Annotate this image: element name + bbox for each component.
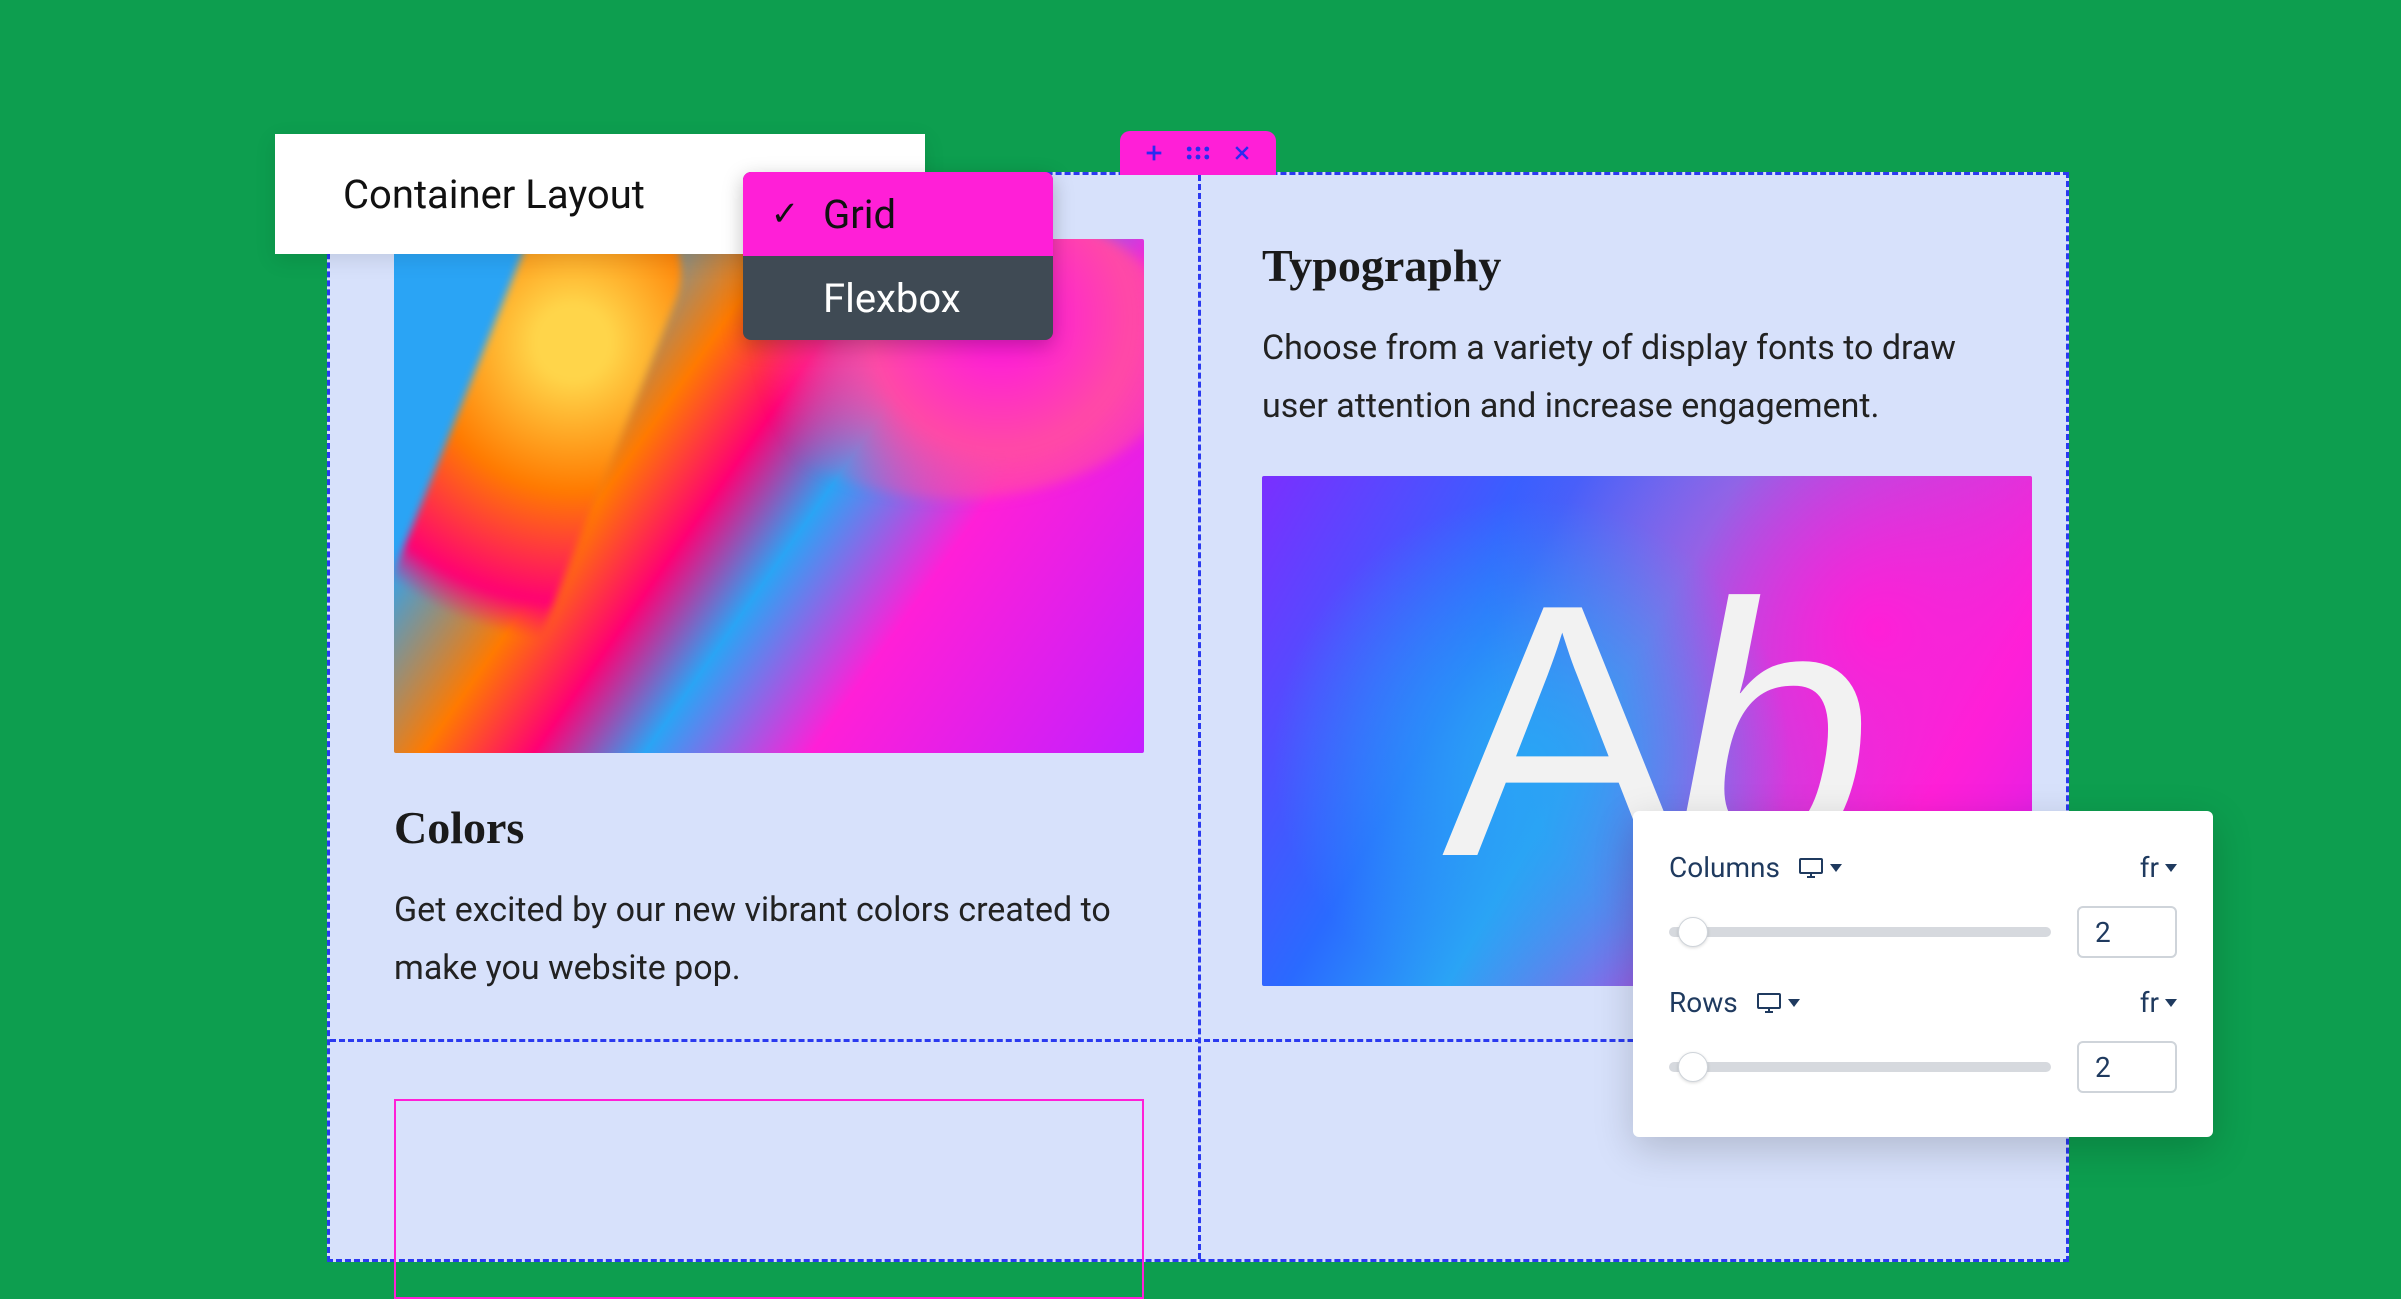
plus-icon[interactable] bbox=[1142, 141, 1166, 165]
layout-option-label: Flexbox bbox=[823, 275, 961, 322]
typography-body: Choose from a variety of display fonts t… bbox=[1262, 320, 1982, 436]
chevron-down-icon bbox=[2165, 999, 2177, 1007]
grid-settings-panel: Columns fr 2 bbox=[1633, 811, 2213, 1137]
slider-thumb[interactable] bbox=[1678, 1052, 1708, 1082]
chevron-down-icon bbox=[1830, 864, 1842, 872]
rows-value: 2 bbox=[2095, 1051, 2111, 1084]
columns-unit-selector[interactable]: fr bbox=[2140, 851, 2177, 884]
rows-unit-selector[interactable]: fr bbox=[2140, 986, 2177, 1019]
selection-tab bbox=[1120, 131, 1276, 175]
rows-value-input[interactable]: 2 bbox=[2077, 1041, 2177, 1093]
unit-label: fr bbox=[2140, 851, 2159, 884]
device-selector[interactable] bbox=[1798, 857, 1842, 879]
desktop-icon bbox=[1798, 857, 1824, 879]
layout-option-flexbox[interactable]: ✓ Flexbox bbox=[743, 256, 1053, 340]
rows-label: Rows bbox=[1669, 986, 1738, 1019]
columns-value: 2 bbox=[2095, 916, 2111, 949]
layout-option-label: Grid bbox=[823, 191, 896, 238]
columns-slider[interactable] bbox=[1669, 927, 2051, 937]
rows-row: Rows fr 2 bbox=[1669, 986, 2177, 1093]
font-sample-a: A bbox=[1442, 530, 1662, 932]
rows-slider[interactable] bbox=[1669, 1062, 2051, 1072]
check-icon: ✓ bbox=[771, 194, 799, 234]
columns-row: Columns fr 2 bbox=[1669, 851, 2177, 958]
close-icon[interactable] bbox=[1230, 141, 1254, 165]
drag-handle-icon[interactable] bbox=[1186, 141, 1210, 165]
chevron-down-icon bbox=[2165, 864, 2177, 872]
columns-value-input[interactable]: 2 bbox=[2077, 906, 2177, 958]
desktop-icon bbox=[1756, 992, 1782, 1014]
slider-thumb[interactable] bbox=[1678, 917, 1708, 947]
chevron-down-icon bbox=[1788, 999, 1800, 1007]
typography-heading: Typography bbox=[1262, 239, 2002, 292]
layout-option-grid[interactable]: ✓ Grid bbox=[743, 172, 1053, 256]
unit-label: fr bbox=[2140, 986, 2159, 1019]
device-selector[interactable] bbox=[1756, 992, 1800, 1014]
columns-label: Columns bbox=[1669, 851, 1780, 884]
colors-body: Get excited by our new vibrant colors cr… bbox=[394, 882, 1114, 998]
container-layout-label-text: Container Layout bbox=[343, 171, 645, 218]
colors-heading: Colors bbox=[394, 801, 1134, 854]
container-layout-dropdown[interactable]: ✓ Grid ✓ Flexbox bbox=[743, 172, 1053, 340]
selected-empty-cell[interactable] bbox=[394, 1099, 1144, 1299]
